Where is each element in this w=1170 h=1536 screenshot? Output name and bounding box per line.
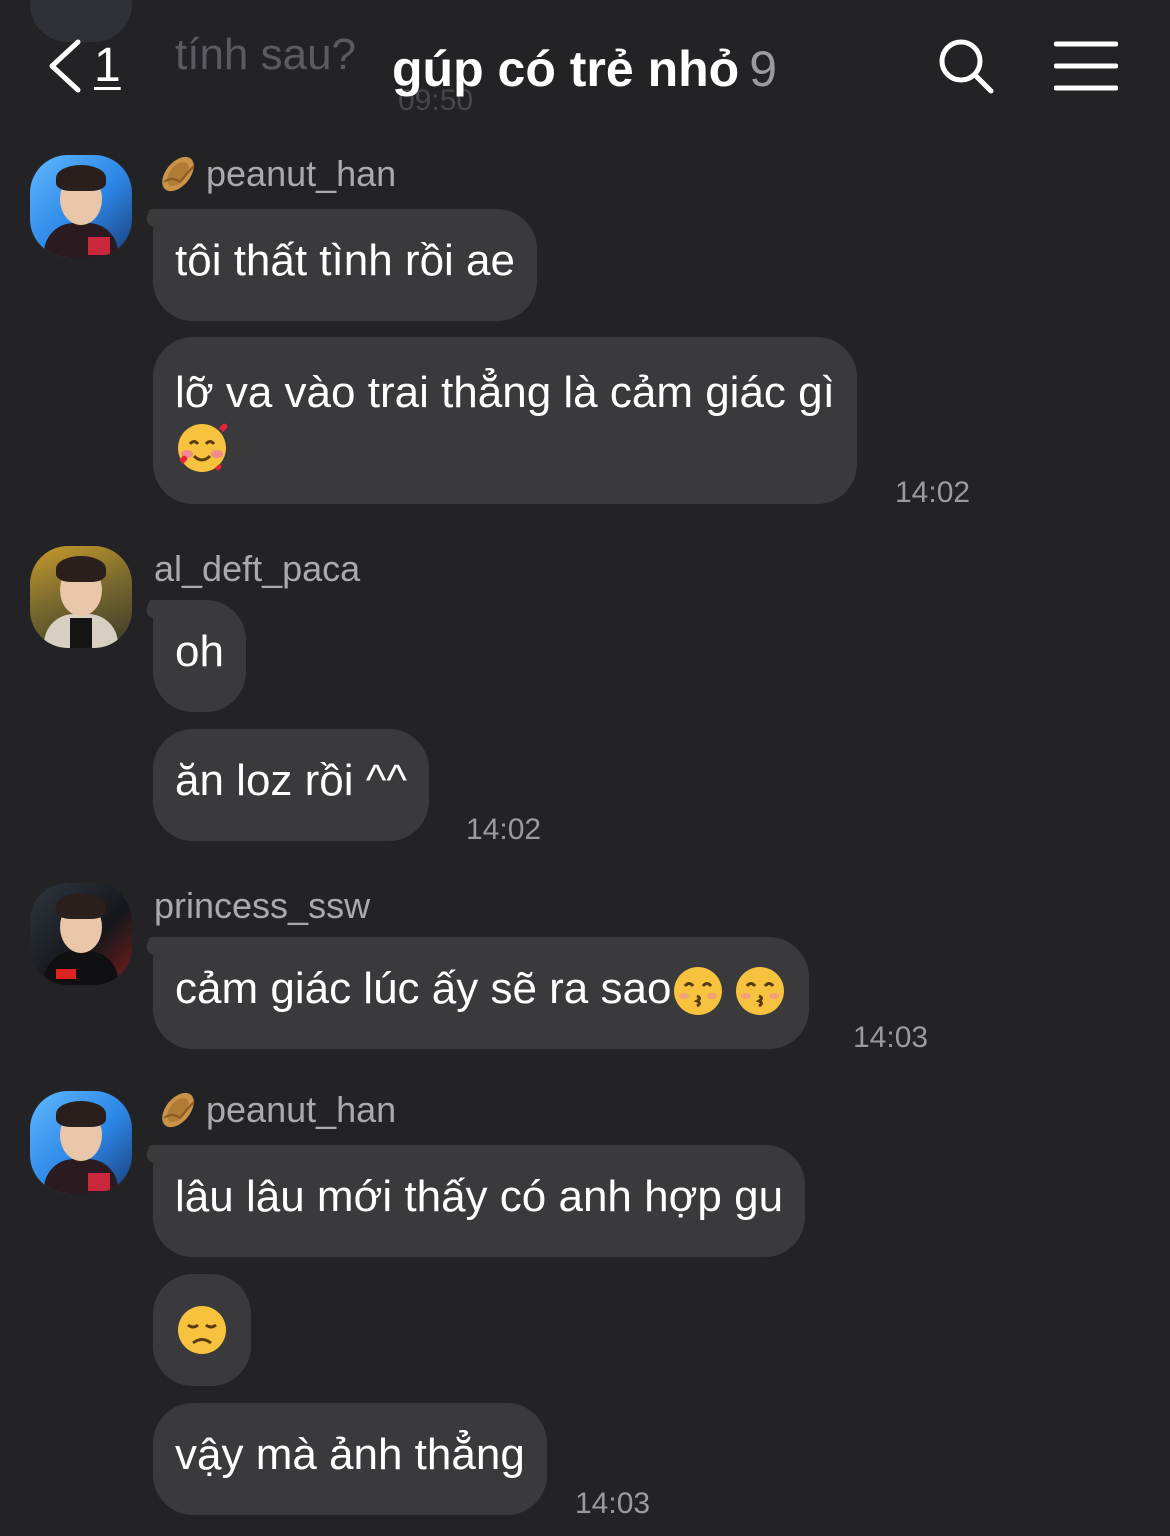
search-button[interactable] [936, 36, 996, 96]
chat-screen: tính sau? 09:50 1 gúp có trẻ nhỏ 9 peanu… [0, 0, 1170, 1536]
message-bubble[interactable]: lâu lâu mới thấy có anh hợp gu [153, 1145, 806, 1257]
timestamp: 14:03 [575, 1487, 651, 1520]
hamburger-menu-icon [1053, 41, 1119, 91]
sender-name[interactable]: peanut_han [154, 1088, 396, 1132]
message-bubble[interactable]: cảm giác lúc ấy sẽ ra sao [153, 937, 810, 1049]
sender-name[interactable]: al_deft_paca [154, 548, 360, 590]
unread-count: 1 [94, 39, 121, 92]
avatar[interactable] [30, 1091, 132, 1193]
kissing-face-icon [736, 967, 785, 1016]
sender-name[interactable]: peanut_han [154, 152, 396, 196]
chat-title[interactable]: gúp có trẻ nhỏ 9 [392, 40, 777, 98]
avatar[interactable] [30, 155, 132, 257]
peanut-icon [162, 156, 195, 192]
message-bubble[interactable] [153, 1274, 251, 1386]
chevron-left-icon [49, 39, 81, 93]
avatar[interactable] [30, 883, 132, 985]
member-count: 9 [749, 41, 778, 97]
message-bubble[interactable]: oh [153, 600, 246, 712]
message-bubble[interactable]: lỡ va vào trai thẳng là cảm giác gì [153, 337, 857, 504]
disappointed-face-icon [178, 1306, 226, 1355]
chat-header: 1 gúp có trẻ nhỏ 9 [0, 0, 1170, 130]
avatar[interactable] [30, 546, 132, 648]
kissing-face-icon [674, 967, 723, 1016]
timestamp: 14:02 [895, 476, 971, 509]
back-button[interactable]: 1 [44, 36, 134, 100]
search-icon [939, 39, 994, 94]
message-bubble[interactable]: ăn loz rồi ^^ [153, 729, 430, 841]
timestamp: 14:02 [466, 813, 542, 846]
sender-name[interactable]: princess_ssw [154, 885, 370, 927]
group-name: gúp có trẻ nhỏ [392, 41, 740, 97]
menu-button[interactable] [1053, 40, 1119, 92]
message-bubble[interactable]: tôi thất tình rồi ae [153, 209, 537, 321]
message-bubble[interactable]: vậy mà ảnh thẳng [153, 1403, 547, 1515]
peanut-icon [162, 1092, 195, 1128]
smiling-face-with-hearts-icon [178, 424, 228, 473]
timestamp: 14:03 [853, 1021, 929, 1054]
